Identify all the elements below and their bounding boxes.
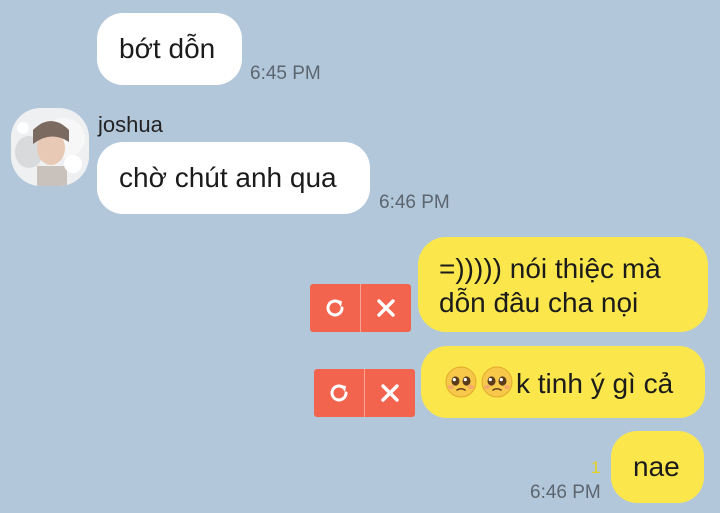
retry-icon — [326, 299, 344, 317]
avatar[interactable] — [11, 108, 89, 186]
retry-button[interactable] — [310, 284, 360, 332]
message-text: nae — [633, 451, 680, 482]
message-text: k tinh ý gì cả — [516, 368, 674, 399]
retry-icon — [330, 384, 348, 402]
retry-button[interactable] — [314, 369, 364, 417]
pleading-face-icon — [445, 366, 477, 398]
avatar-image — [11, 108, 89, 186]
message-bubble-outgoing[interactable]: =))))) nói thiệc mà dỗn đâu cha nọi — [418, 237, 708, 332]
unread-count: 1 — [591, 458, 601, 477]
message-text: chờ chút anh qua — [119, 162, 337, 193]
message-time: 6:45 PM — [250, 63, 321, 84]
pleading-face-icon — [481, 366, 513, 398]
message-bubble-outgoing[interactable]: k tinh ý gì cả — [421, 346, 705, 418]
sender-name: joshua — [98, 112, 163, 137]
failed-message-actions — [314, 369, 415, 417]
message-time: 6:46 PM — [379, 192, 450, 213]
message-text: bớt dỗn — [119, 33, 216, 64]
message-bubble-incoming[interactable]: chờ chút anh qua — [97, 142, 370, 214]
delete-button[interactable] — [364, 369, 415, 417]
message-text-line: dỗn đâu cha nọi — [439, 287, 639, 318]
delete-button[interactable] — [360, 284, 411, 332]
failed-message-actions — [310, 284, 411, 332]
message-bubble-incoming[interactable]: bớt dỗn — [97, 13, 242, 85]
message-bubble-outgoing[interactable]: nae — [611, 431, 704, 503]
message-text-line: =))))) nói thiệc mà — [439, 253, 661, 284]
close-icon — [381, 384, 399, 402]
message-time: 6:46 PM — [530, 482, 601, 503]
close-icon — [377, 299, 395, 317]
